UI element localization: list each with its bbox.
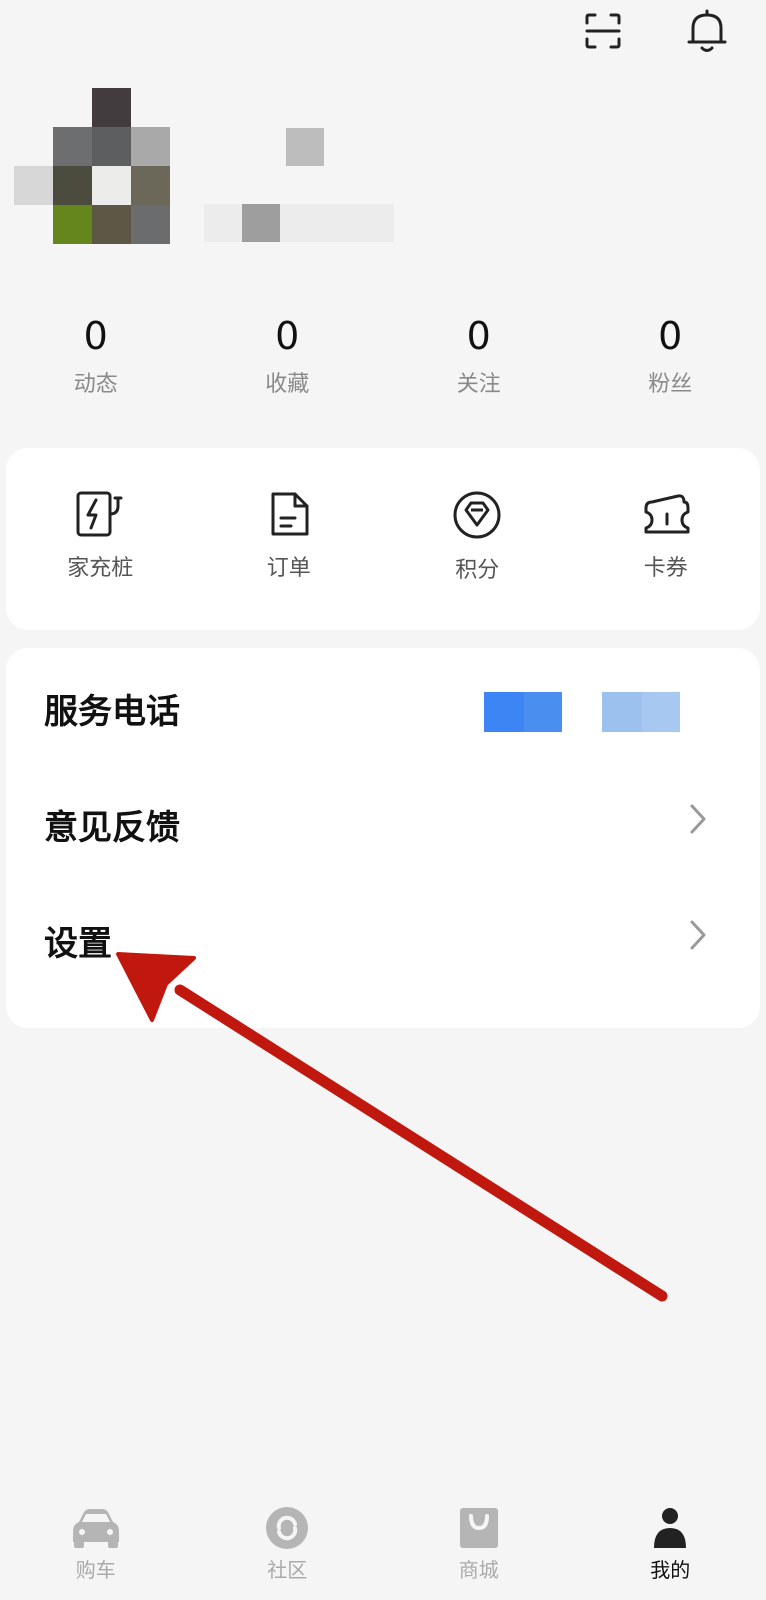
- quick-action-label: 家充桩: [67, 556, 134, 581]
- menu-item-label: 设置: [44, 924, 112, 964]
- tab-profile[interactable]: 我的: [575, 1490, 766, 1600]
- quick-actions-card: 家充桩 订单 积分 卡券: [6, 448, 760, 630]
- charger-icon: [76, 491, 123, 537]
- tab-community[interactable]: 社区: [192, 1490, 384, 1600]
- tab-label: 商城: [458, 1558, 499, 1582]
- menu-item-settings[interactable]: 设置: [6, 880, 760, 996]
- username-blurred: [204, 126, 404, 246]
- chevron-right-icon: [690, 804, 706, 834]
- community-icon: [266, 1507, 309, 1549]
- stats-row: 0 动态 0 收藏 0 关注 0 粉丝: [0, 312, 766, 398]
- stat-label: 关注: [456, 372, 501, 397]
- menu-card: 服务电话 意见反馈 设置: [6, 648, 760, 1028]
- avatar[interactable]: [14, 88, 170, 244]
- stat-label: 动态: [73, 372, 118, 397]
- blur-block: [642, 692, 680, 732]
- stat-fans[interactable]: 0 粉丝: [575, 312, 766, 398]
- blur-block: [524, 692, 562, 732]
- stat-value: 0: [658, 314, 683, 358]
- tab-shop[interactable]: 商城: [383, 1490, 575, 1600]
- tab-buy-car[interactable]: 购车: [0, 1490, 192, 1600]
- stat-value: 0: [83, 314, 108, 358]
- bottom-tab-bar: 购车 社区 商城 我的: [0, 1490, 766, 1600]
- tab-label: 我的: [650, 1558, 691, 1582]
- bell-icon[interactable]: [684, 8, 730, 54]
- stat-dynamics[interactable]: 0 动态: [0, 312, 192, 398]
- quick-action-points[interactable]: 积分: [383, 448, 572, 630]
- tab-label: 购车: [75, 1558, 116, 1582]
- quick-action-order[interactable]: 订单: [195, 448, 384, 630]
- tab-label: 社区: [267, 1558, 308, 1582]
- quick-action-coupon[interactable]: 卡券: [572, 448, 761, 630]
- menu-item-service-phone[interactable]: 服务电话: [6, 648, 760, 764]
- quick-action-label: 积分: [455, 558, 500, 583]
- stat-label: 收藏: [265, 372, 310, 397]
- order-icon: [271, 492, 309, 536]
- quick-action-charger[interactable]: 家充桩: [6, 448, 195, 630]
- points-icon: [453, 491, 501, 539]
- stat-following[interactable]: 0 关注: [383, 312, 575, 398]
- stat-label: 粉丝: [648, 372, 693, 397]
- stat-value: 0: [466, 314, 491, 358]
- scan-icon[interactable]: [580, 8, 626, 54]
- quick-action-label: 订单: [266, 556, 311, 581]
- chevron-right-icon: [690, 920, 706, 950]
- quick-action-label: 卡券: [643, 556, 688, 581]
- menu-item-label: 服务电话: [44, 692, 180, 732]
- stat-value: 0: [275, 314, 300, 358]
- car-icon: [72, 1509, 119, 1548]
- coupon-icon: [644, 494, 690, 534]
- menu-item-feedback[interactable]: 意见反馈: [6, 764, 760, 880]
- stat-favorites[interactable]: 0 收藏: [192, 312, 384, 398]
- shop-icon: [459, 1508, 498, 1548]
- profile-icon: [654, 1508, 687, 1548]
- menu-item-label: 意见反馈: [44, 808, 180, 848]
